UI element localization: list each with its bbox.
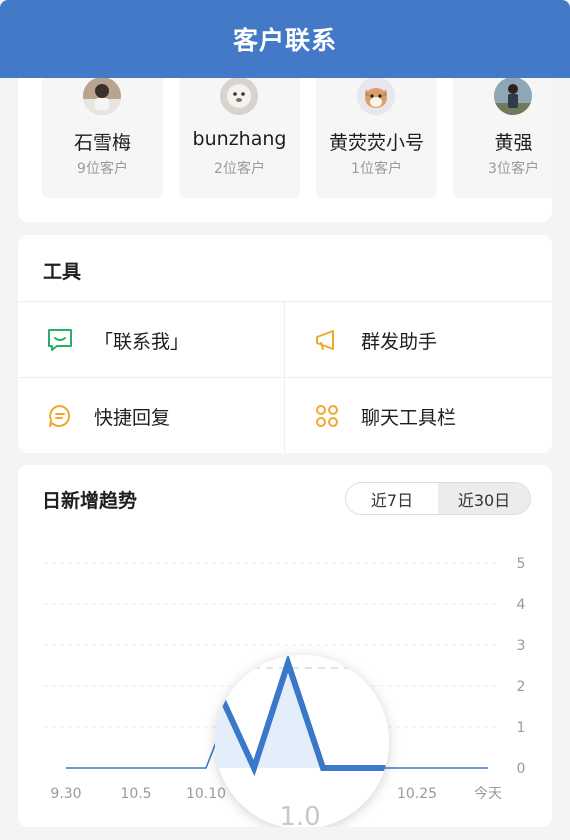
contact-name: bunzhang [192, 128, 287, 150]
y-tick-label: 5 [517, 556, 526, 572]
trend-line-chart: 0 1 2 3 4 5 9.30 10.5 10.10 10.25 今天 1.0 [44, 556, 526, 827]
tool-contact-me[interactable]: 「联系我」 [18, 302, 284, 378]
contact-card[interactable]: bunzhang 2位客户 [179, 60, 300, 198]
y-tick-label: 2 [517, 679, 526, 695]
x-tick-label: 10.25 [397, 786, 437, 802]
contact-card[interactable]: 黄荧荧小号 1位客户 [316, 60, 437, 198]
trend-card: 日新增趋势 近7日 近30日 0 1 2 3 4 5 9.30 10.5 10.10 10.25 今… [18, 465, 552, 827]
contact-customer-count: 1位客户 [351, 161, 402, 177]
x-tick-label: 今天 [474, 786, 502, 802]
x-tick-label: 10.5 [120, 786, 151, 802]
magnified-partial-label: 1.0 [279, 802, 320, 827]
contact-name: 石雪梅 [73, 132, 131, 154]
page-bottom [0, 830, 570, 840]
contact-strip[interactable]: 石雪梅 9位客户 bunzhang 2位客户 黄荧荧小号 1位客户 黄强 3位客… [42, 60, 552, 198]
tool-label: 群发助手 [361, 330, 438, 353]
divider [18, 377, 552, 378]
quick-reply-icon [46, 402, 74, 430]
contact-card[interactable]: 石雪梅 9位客户 [42, 60, 163, 198]
y-tick-label: 0 [517, 761, 526, 777]
tool-label: 「联系我」 [94, 330, 190, 353]
y-tick-label: 1 [517, 720, 526, 736]
toolbar-grid-icon [313, 402, 341, 430]
tool-label: 快捷回复 [94, 406, 171, 429]
avatar [83, 77, 121, 115]
x-tick-label: 9.30 [50, 786, 81, 802]
megaphone-icon [313, 326, 341, 354]
page-title: 客户联系 [232, 26, 337, 55]
avatar [357, 77, 395, 115]
tool-label: 聊天工具栏 [361, 406, 457, 429]
contact-name: 黄荧荧小号 [328, 132, 424, 154]
tool-mass-message[interactable]: 群发助手 [285, 302, 551, 378]
tools-section-title: 工具 [43, 261, 82, 283]
contact-card[interactable]: 黄强 3位客户 [453, 60, 552, 198]
contact-name: 黄强 [494, 132, 533, 154]
app-header: 客户联系 [0, 0, 570, 78]
tools-grid: 「联系我」 群发助手 快捷回复 聊天工具栏 [18, 301, 552, 453]
y-tick-label: 3 [517, 638, 526, 654]
tool-quick-reply[interactable]: 快捷回复 [18, 378, 284, 453]
contact-customer-count: 2位客户 [214, 161, 265, 177]
contact-customer-count: 3位客户 [488, 161, 539, 177]
x-tick-label: 10.10 [186, 786, 226, 802]
tool-chat-toolbar[interactable]: 聊天工具栏 [285, 378, 551, 453]
avatar [494, 77, 532, 115]
contacts-card: 石雪梅 9位客户 bunzhang 2位客户 黄荧荧小号 1位客户 黄强 3位客… [18, 60, 552, 222]
y-tick-label: 4 [517, 597, 526, 613]
contact-customer-count: 9位客户 [77, 161, 128, 177]
tools-card: 工具 「联系我」 群发助手 快捷回复 聊天工具栏 [18, 235, 552, 453]
chat-bubble-smile-icon [46, 326, 74, 354]
avatar [220, 77, 258, 115]
